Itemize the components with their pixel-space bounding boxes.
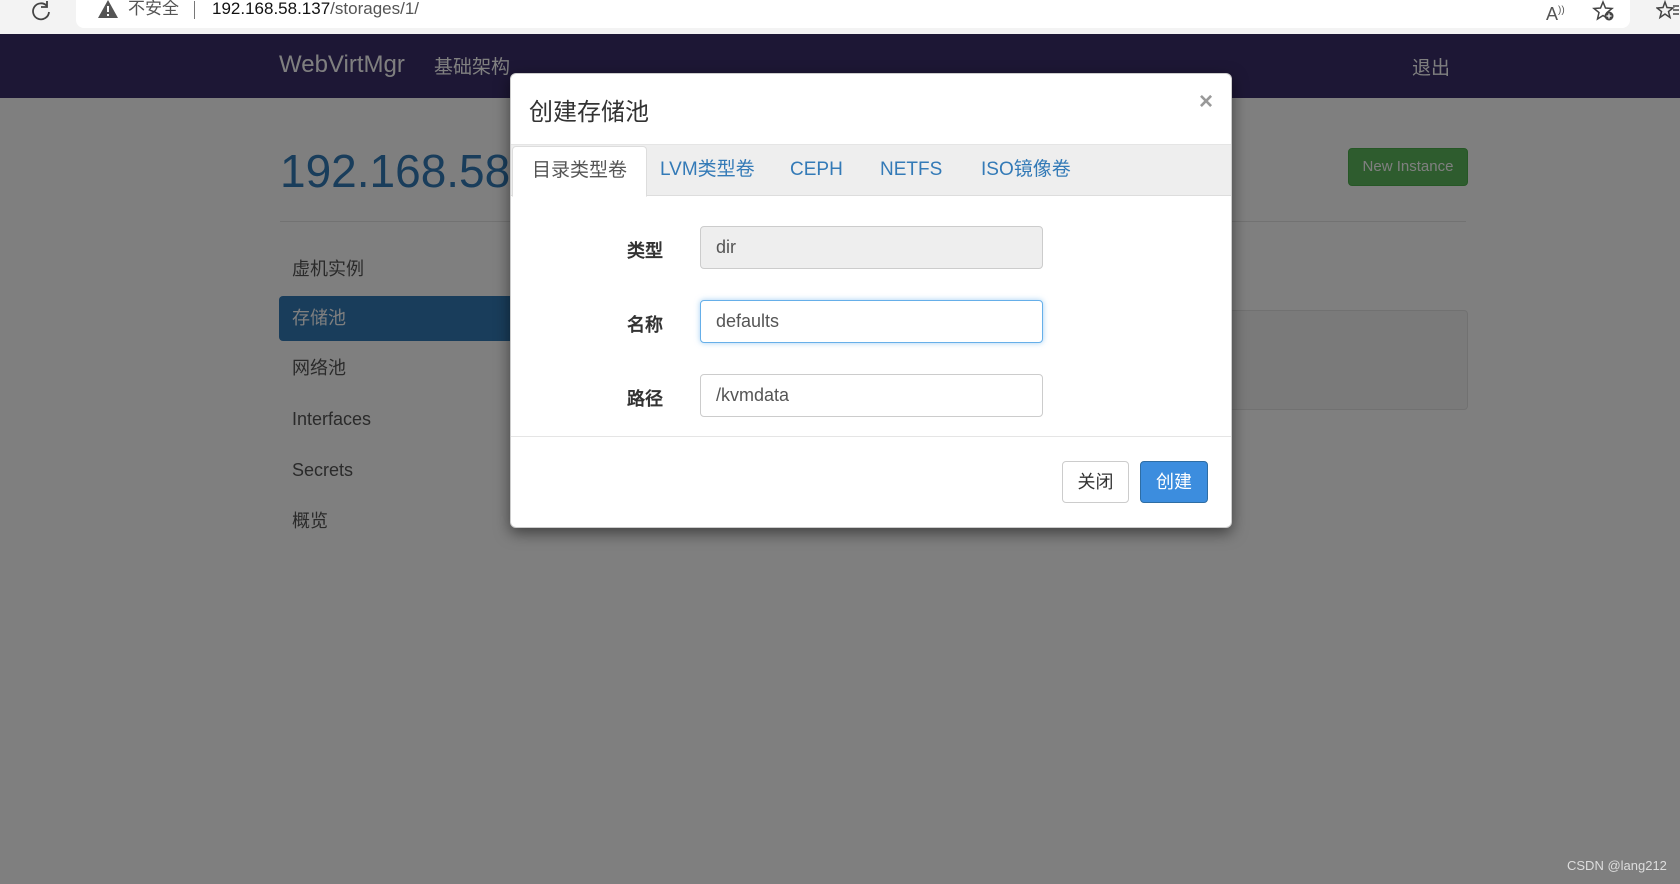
tab-netfs[interactable]: NETFS [880, 145, 942, 196]
warning-icon [98, 0, 118, 18]
url-path: /storages/1/ [330, 0, 419, 18]
reload-icon[interactable] [29, 0, 53, 22]
tab-lvm[interactable]: LVM类型卷 [660, 145, 755, 196]
create-storage-modal: 创建存储池 × 目录类型卷 LVM类型卷 CEPH NETFS ISO镜像卷 类… [510, 73, 1232, 528]
tab-iso[interactable]: ISO镜像卷 [981, 145, 1071, 196]
close-button[interactable]: 关闭 [1062, 461, 1129, 503]
modal-footer-divider [511, 436, 1231, 437]
favorites-icon[interactable] [1656, 0, 1680, 22]
browser-toolbar: 不安全 192.168.58.137/storages/1/ A)) [0, 0, 1680, 34]
add-favorite-icon[interactable] [1592, 0, 1616, 22]
type-field[interactable] [700, 226, 1043, 269]
close-icon[interactable]: × [1199, 88, 1213, 116]
tab-ceph[interactable]: CEPH [790, 145, 843, 196]
path-field[interactable] [700, 374, 1043, 417]
url-text[interactable]: 192.168.58.137/storages/1/ [212, 0, 419, 20]
path-label: 路径 [627, 389, 663, 409]
name-label: 名称 [627, 315, 663, 335]
url-host: 192.168.58.137 [212, 0, 331, 18]
storage-type-tabs: 目录类型卷 LVM类型卷 CEPH NETFS ISO镜像卷 [511, 144, 1231, 197]
address-bar[interactable]: 不安全 192.168.58.137/storages/1/ [76, 0, 1630, 28]
read-aloud-icon[interactable]: A)) [1546, 0, 1565, 25]
insecure-label[interactable]: 不安全 [128, 0, 179, 20]
create-button[interactable]: 创建 [1140, 461, 1208, 503]
modal-title: 创建存储池 [529, 99, 649, 126]
tab-dir[interactable]: 目录类型卷 [512, 146, 648, 197]
url-separator [194, 1, 195, 19]
type-label: 类型 [627, 241, 663, 261]
watermark: CSDN @lang212 [1567, 858, 1667, 873]
name-field[interactable] [700, 300, 1043, 343]
